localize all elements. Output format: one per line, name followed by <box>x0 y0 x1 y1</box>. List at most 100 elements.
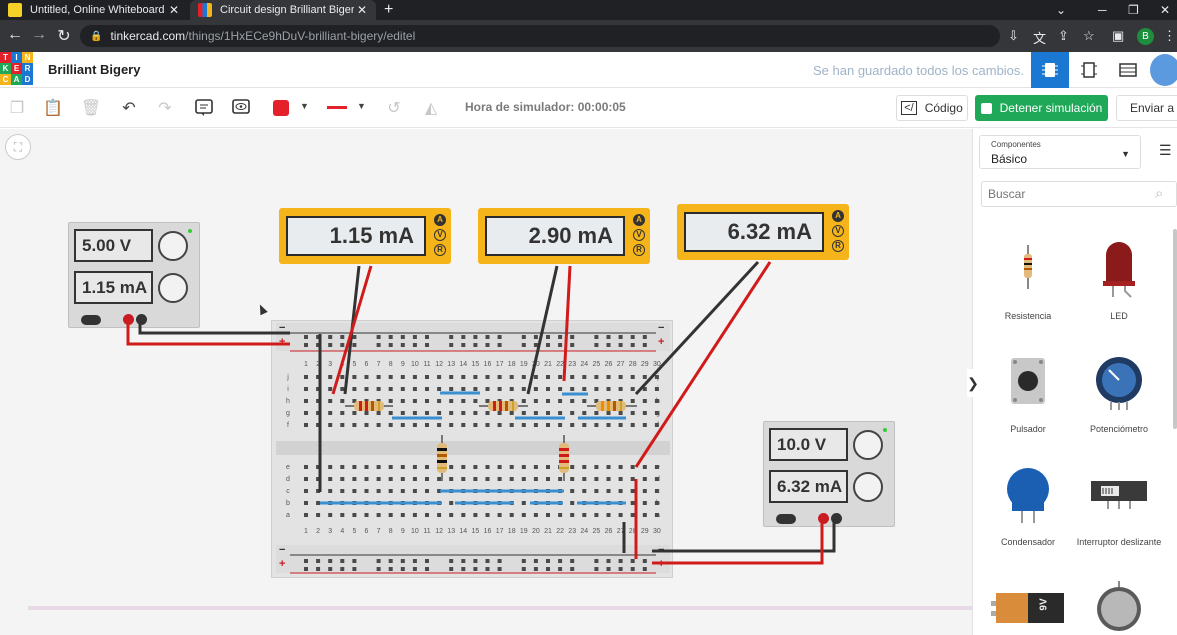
back-icon[interactable]: ← <box>5 26 25 44</box>
wire-black[interactable] <box>138 319 290 335</box>
tab-whiteboard[interactable]: Untitled, Online Whiteboard for Visual ✕ <box>0 0 188 20</box>
component-pushbutton[interactable]: Pulsador <box>982 352 1074 462</box>
logo-letter: E <box>11 63 22 74</box>
close-icon[interactable]: ✕ <box>166 3 182 17</box>
potentiometer-icon <box>1096 357 1142 410</box>
component-resistor[interactable]: Resistencia <box>982 239 1074 349</box>
schematic-view-button[interactable] <box>1070 52 1108 88</box>
url-host: tinkercad.com <box>110 29 186 43</box>
component-name: Condensador <box>1000 537 1056 547</box>
circuit-view-button[interactable] <box>1031 52 1069 88</box>
install-icon[interactable]: ⇩ <box>1008 28 1019 44</box>
logo-letter: A <box>11 74 22 85</box>
redo-icon[interactable]: ↷ <box>154 97 176 119</box>
resistor[interactable] <box>437 435 447 481</box>
wire-red[interactable] <box>652 517 824 565</box>
browser-tab-bar: Untitled, Online Whiteboard for Visual ✕… <box>0 0 1177 20</box>
list-view-icon[interactable]: ☰ <box>1159 142 1172 159</box>
bookmark-star-icon[interactable]: ☆ <box>1083 28 1095 44</box>
slide-switch-icon <box>1091 481 1147 509</box>
component-led[interactable]: LED <box>1073 239 1165 349</box>
notes-visibility-icon[interactable] <box>230 97 252 119</box>
url-path: /things/1HxECe9hDuV-brilliant-bigery/edi… <box>185 29 416 43</box>
send-to-button[interactable]: Enviar a <box>1116 95 1177 121</box>
editor-toolbar: ❐ 📋 🗑 ↶ ↷ ▼ ▼ ↺ ◭ Hora de simulador: 00:… <box>0 88 1177 128</box>
coin-battery-icon <box>1097 581 1141 631</box>
copy-icon[interactable]: ❐ <box>6 97 28 119</box>
save-status: Se han guardado todos los cambios. <box>813 63 1025 78</box>
side-panel-icon[interactable]: ▣ <box>1112 28 1124 44</box>
profile-avatar[interactable]: B <box>1137 28 1154 45</box>
components-panel: Componentes Básico ▼ ☰ ⌕ ❯ Resistencia L… <box>967 129 1177 635</box>
wire-type-swatch[interactable] <box>327 106 347 109</box>
project-name[interactable]: Brilliant Bigery <box>48 62 140 77</box>
rotate-icon[interactable]: ↺ <box>383 97 405 119</box>
flip-icon[interactable]: ◭ <box>420 97 442 119</box>
tab-tinkercad[interactable]: Circuit design Brilliant Bigery | Tinker… <box>190 0 376 20</box>
resistor[interactable] <box>587 401 637 411</box>
forward-icon[interactable]: → <box>29 26 49 44</box>
maximize-icon[interactable]: ❐ <box>1128 0 1139 20</box>
wire-red[interactable] <box>634 261 772 468</box>
minimize-icon[interactable]: ─ <box>1098 0 1107 20</box>
component-potentiometer[interactable]: Potenciómetro <box>1073 352 1165 462</box>
components-dropdown[interactable]: Componentes Básico ▼ <box>979 135 1141 169</box>
code-icon: </ <box>901 101 917 115</box>
stop-simulation-button[interactable]: Detener simulación <box>975 95 1108 121</box>
miro-favicon-icon <box>8 3 22 17</box>
share-icon[interactable]: ⇪ <box>1058 28 1069 44</box>
panel-scrollbar[interactable] <box>1173 229 1177 429</box>
components-dropdown-label: Componentes <box>991 140 1041 149</box>
resistor[interactable] <box>559 435 569 481</box>
notes-icon[interactable] <box>193 97 215 119</box>
component-name: Resistencia <box>1004 311 1052 321</box>
table-icon <box>1119 63 1137 77</box>
lock-icon: 🔒 <box>90 30 103 42</box>
code-button[interactable]: </ Código <box>896 95 968 121</box>
tinkercad-logo[interactable]: TINKERCAD <box>0 52 34 86</box>
browser-toolbar: ← → ↻ 🔒 tinkercad.com /things/1HxECe9hDu… <box>0 20 1177 52</box>
logo-letter: C <box>0 74 11 85</box>
wire-black[interactable] <box>652 517 836 553</box>
resistor[interactable] <box>479 401 528 411</box>
wire-type-dropdown-icon[interactable]: ▼ <box>357 101 366 111</box>
chevron-down-icon: ▼ <box>1121 149 1130 159</box>
component-name: LED <box>1110 311 1128 321</box>
resistor[interactable] <box>345 401 393 411</box>
component-search-input[interactable] <box>981 181 1177 207</box>
color-dropdown-icon[interactable]: ▼ <box>300 101 309 111</box>
resistor-icon <box>1024 245 1032 289</box>
battery-label: 9V <box>1038 598 1050 611</box>
pushbutton-icon <box>1011 358 1045 404</box>
tab-search-icon[interactable]: ⌄ <box>1056 0 1066 20</box>
component-list-button[interactable] <box>1109 52 1147 88</box>
address-bar[interactable]: 🔒 tinkercad.com /things/1HxECe9hDuV-bril… <box>80 25 1000 47</box>
circuit-canvas[interactable]: ⛶ 5.00 V 1.15 mA 10.0 V 6.32 mA 1.15 mA <box>0 129 972 635</box>
user-avatar[interactable] <box>1150 54 1177 86</box>
component-battery-9v[interactable]: 9V <box>982 583 1074 635</box>
tinkercad-window: Untitled, Online Whiteboard for Visual ✕… <box>0 0 1177 635</box>
search-icon: ⌕ <box>1155 185 1164 202</box>
undo-icon[interactable]: ↶ <box>118 97 140 119</box>
menu-dots-icon[interactable]: ⋮ <box>1163 28 1176 44</box>
delete-icon[interactable]: 🗑 <box>80 97 102 119</box>
component-capacitor[interactable]: Condensador <box>982 465 1074 575</box>
component-name: Pulsador <box>1010 424 1046 434</box>
collapse-panel-icon[interactable]: ❯ <box>967 369 979 397</box>
app-header: TINKERCAD Brilliant Bigery Se han guarda… <box>0 52 1177 88</box>
component-slide-switch[interactable]: Interruptor deslizante <box>1073 465 1165 575</box>
window-close-icon[interactable]: ✕ <box>1160 0 1170 20</box>
logo-letter: K <box>0 63 11 74</box>
close-icon[interactable]: ✕ <box>354 3 370 17</box>
reload-icon[interactable]: ↻ <box>54 26 74 46</box>
tab-title: Circuit design Brilliant Bigery | Tinker… <box>220 4 354 16</box>
paste-icon[interactable]: 📋 <box>42 97 64 119</box>
wire-red[interactable] <box>562 265 572 382</box>
wire-black[interactable] <box>526 265 559 395</box>
translate-icon[interactable]: 文 <box>1033 28 1046 47</box>
wire-red[interactable] <box>331 265 373 395</box>
stop-icon <box>980 102 992 114</box>
new-tab-button[interactable]: + <box>384 0 393 20</box>
wire-color-swatch[interactable] <box>273 100 289 116</box>
component-coin-battery[interactable] <box>1073 579 1165 635</box>
